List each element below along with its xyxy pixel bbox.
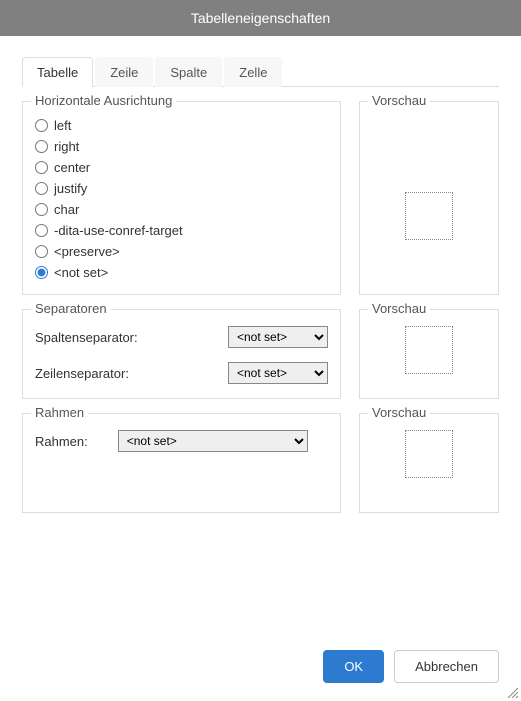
- radio-dita[interactable]: -dita-use-conref-target: [35, 223, 328, 238]
- cancel-button[interactable]: Abbrechen: [394, 650, 499, 683]
- legend-preview-separators: Vorschau: [368, 301, 430, 316]
- tab-zeile[interactable]: Zeile: [95, 57, 153, 87]
- dialog-footer: OK Abbrechen: [323, 650, 499, 683]
- tab-bar: Tabelle Zeile Spalte Zelle: [22, 56, 499, 87]
- radio-right-input[interactable]: [35, 140, 48, 153]
- radio-justify-label: justify: [54, 181, 87, 196]
- radio-dita-label: -dita-use-conref-target: [54, 223, 183, 238]
- legend-halign: Horizontale Ausrichtung: [31, 93, 176, 108]
- radio-left-label: left: [54, 118, 71, 133]
- dialog-title: Tabelleneigenschaften: [0, 0, 521, 36]
- radio-dita-input[interactable]: [35, 224, 48, 237]
- radio-right[interactable]: right: [35, 139, 328, 154]
- fieldset-separators: Separatoren Spaltenseparator: <not set> …: [22, 309, 341, 399]
- select-col-separator[interactable]: <not set>: [228, 326, 328, 348]
- radio-notset-label: <not set>: [54, 265, 108, 280]
- tab-tabelle[interactable]: Tabelle: [22, 57, 93, 87]
- fieldset-preview-halign: Vorschau: [359, 101, 499, 295]
- radio-center[interactable]: center: [35, 160, 328, 175]
- radio-notset-input[interactable]: [35, 266, 48, 279]
- radio-left-input[interactable]: [35, 119, 48, 132]
- radio-char[interactable]: char: [35, 202, 328, 217]
- preview-box-separators: [405, 326, 453, 374]
- radio-center-input[interactable]: [35, 161, 48, 174]
- label-frame: Rahmen:: [35, 434, 88, 449]
- radio-char-label: char: [54, 202, 79, 217]
- tab-zelle[interactable]: Zelle: [224, 57, 282, 87]
- preview-box-frame: [405, 430, 453, 478]
- ok-button[interactable]: OK: [323, 650, 384, 683]
- legend-preview-halign: Vorschau: [368, 93, 430, 108]
- legend-separators: Separatoren: [31, 301, 111, 316]
- label-row-separator: Zeilenseparator:: [35, 366, 218, 381]
- legend-preview-frame: Vorschau: [368, 405, 430, 420]
- preview-box-halign: [405, 192, 453, 240]
- select-row-separator[interactable]: <not set>: [228, 362, 328, 384]
- radio-preserve[interactable]: <preserve>: [35, 244, 328, 259]
- legend-frame: Rahmen: [31, 405, 88, 420]
- radio-notset[interactable]: <not set>: [35, 265, 328, 280]
- fieldset-frame: Rahmen Rahmen: <not set>: [22, 413, 341, 513]
- fieldset-halign: Horizontale Ausrichtung left right cente…: [22, 101, 341, 295]
- radio-preserve-label: <preserve>: [54, 244, 120, 259]
- radio-char-input[interactable]: [35, 203, 48, 216]
- radio-justify[interactable]: justify: [35, 181, 328, 196]
- label-col-separator: Spaltenseparator:: [35, 330, 218, 345]
- fieldset-preview-separators: Vorschau: [359, 309, 499, 399]
- fieldset-preview-frame: Vorschau: [359, 413, 499, 513]
- select-frame[interactable]: <not set>: [118, 430, 308, 452]
- radio-center-label: center: [54, 160, 90, 175]
- radio-justify-input[interactable]: [35, 182, 48, 195]
- tab-spalte[interactable]: Spalte: [155, 57, 222, 87]
- radio-right-label: right: [54, 139, 79, 154]
- radio-preserve-input[interactable]: [35, 245, 48, 258]
- resize-grip-icon[interactable]: [506, 686, 518, 698]
- radio-left[interactable]: left: [35, 118, 328, 133]
